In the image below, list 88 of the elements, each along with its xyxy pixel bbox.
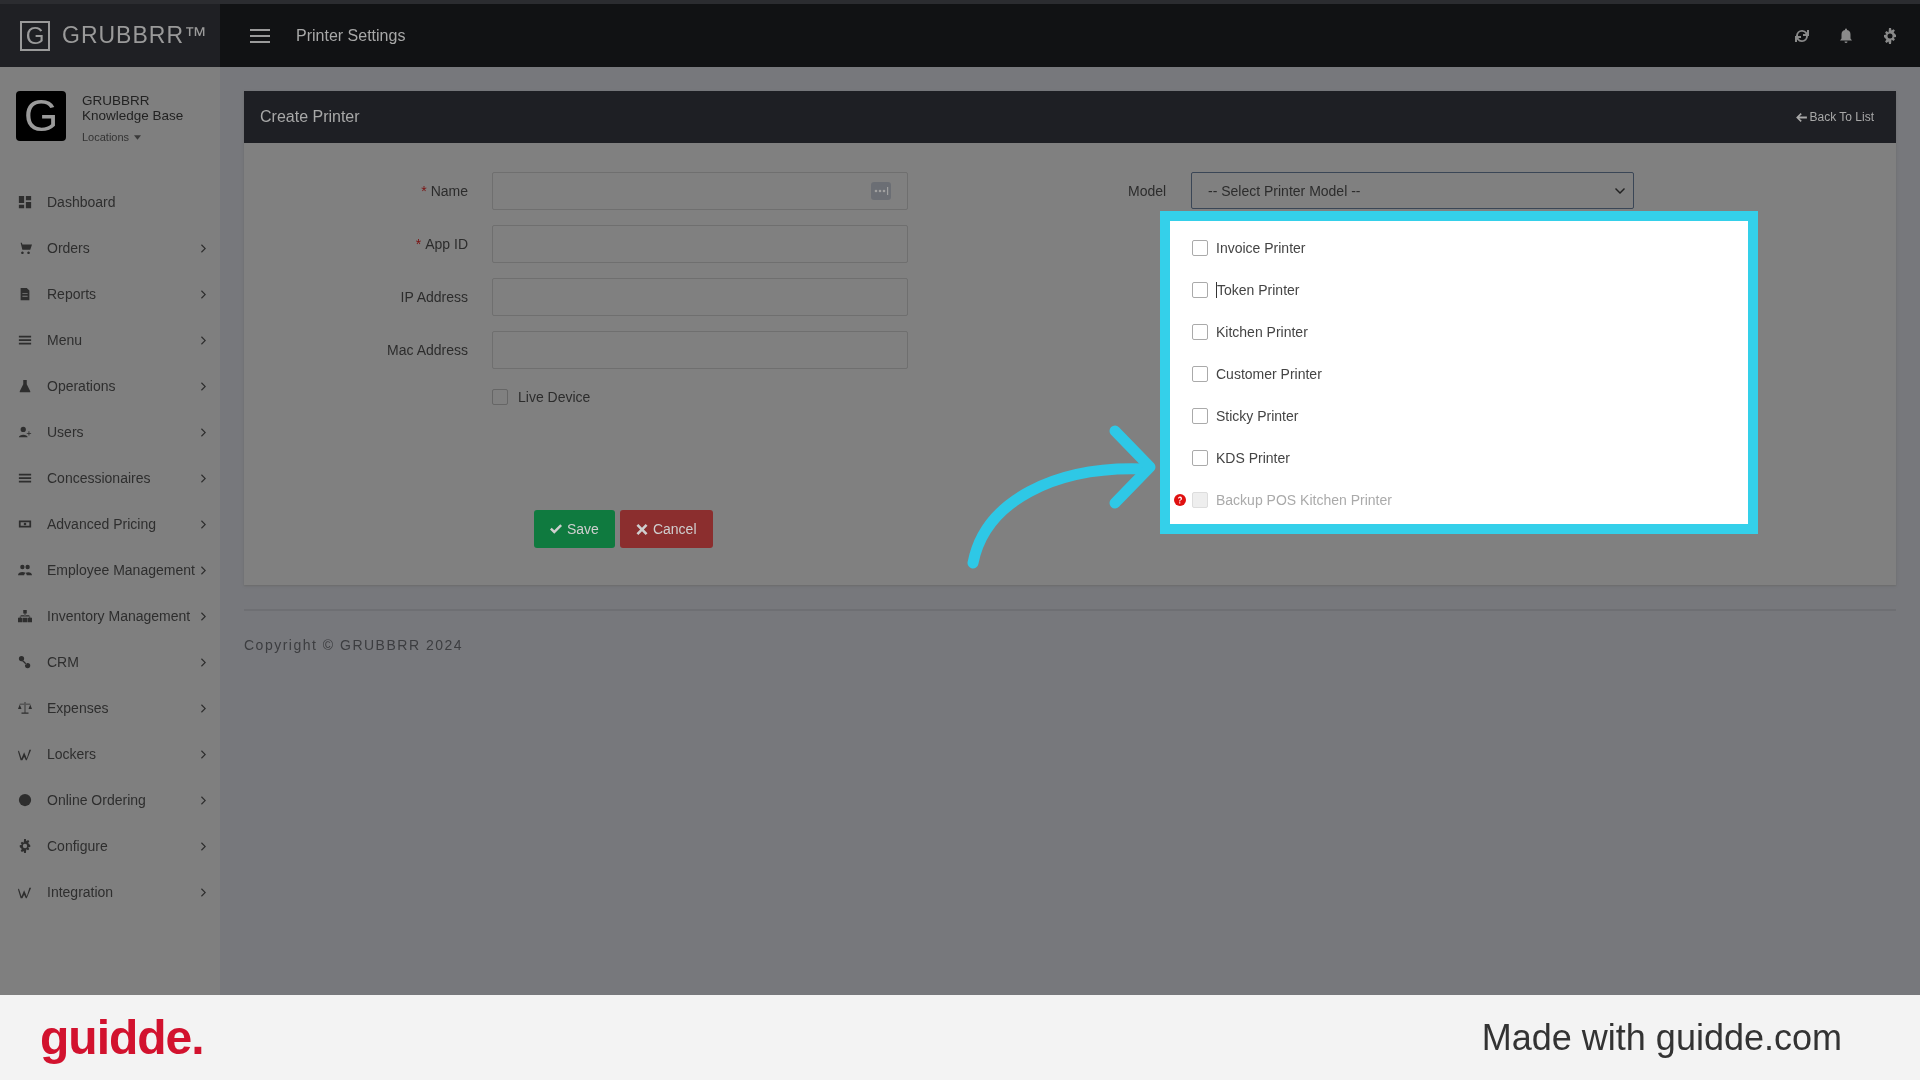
chevron-icon (201, 611, 206, 621)
menu-icon[interactable] (250, 28, 270, 43)
chevron-icon (201, 887, 206, 897)
checkbox[interactable] (1192, 282, 1208, 298)
back-link[interactable]: Back To List (1795, 110, 1874, 124)
checkbox-label: Customer Printer (1216, 366, 1322, 382)
sidebar-item[interactable]: Orders (0, 225, 220, 271)
sidebar-item[interactable]: Inventory Management (0, 593, 220, 639)
account-name: GRUBBRR Knowledge Base (82, 93, 185, 123)
sidebar-item[interactable]: Integration (0, 869, 220, 915)
x-icon (635, 523, 648, 535)
list-icon (18, 333, 32, 347)
field-label: Model (1128, 182, 1168, 199)
arrow-left-icon (1795, 112, 1807, 122)
checkbox-label: KDS Printer (1216, 450, 1290, 466)
dashboard-icon (18, 195, 32, 209)
checkbox[interactable] (492, 389, 508, 405)
account-logo: G (16, 91, 66, 141)
save-button[interactable]: Save (534, 510, 615, 548)
chevron-icon (201, 795, 206, 805)
user-plus-icon (18, 425, 32, 439)
chevron-icon (201, 289, 206, 299)
link-icon (18, 655, 32, 669)
chevron-icon (201, 703, 206, 713)
checkbox-label: Sticky Printer (1216, 408, 1299, 424)
field-label: Mac Address (386, 342, 468, 358)
users-icon (18, 563, 32, 577)
settings-icon[interactable] (1882, 27, 1898, 44)
sidebar-item[interactable]: CRM (0, 639, 220, 685)
chevron-icon (201, 243, 206, 253)
chevron-icon (201, 473, 206, 483)
check-icon (550, 523, 562, 535)
dots-icon[interactable] (871, 182, 891, 200)
sidebar-item[interactable]: Dashboard (0, 179, 220, 225)
field-label: * Name (420, 183, 468, 199)
list-icon (18, 471, 32, 485)
checkbox-label: Token Printer (1217, 282, 1300, 298)
document-icon (18, 287, 32, 301)
cancel-button[interactable]: Cancel (619, 510, 713, 548)
footer-logo: guidde. (40, 1010, 204, 1065)
field-label: * App ID (414, 236, 468, 252)
sidebar-item[interactable]: Configure (0, 823, 220, 869)
sidebar-item[interactable]: Operations (0, 363, 220, 409)
sidebar-item[interactable]: Expenses (0, 685, 220, 731)
checkbox-label: Backup POS Kitchen Printer (1216, 492, 1392, 508)
field-label: IP Address (399, 289, 468, 305)
checkbox[interactable] (1192, 408, 1208, 424)
caret-icon (134, 134, 142, 140)
checkbox-label: Kitchen Printer (1216, 324, 1308, 340)
chevron-icon (201, 657, 206, 667)
chevron-icon (201, 841, 206, 851)
bell-icon[interactable] (1838, 27, 1854, 44)
sidebar-item[interactable]: Menu (0, 317, 220, 363)
checkbox[interactable] (1192, 240, 1208, 256)
model-select[interactable]: -- Select Printer Model -- (1191, 172, 1634, 209)
sidebar-item[interactable]: Concessionaires (0, 455, 220, 501)
checkbox[interactable] (1192, 366, 1208, 382)
checkbox-label: Live Device (518, 389, 591, 405)
sidebar-item[interactable]: Online Ordering (0, 777, 220, 823)
checkbox-label: Invoice Printer (1216, 240, 1306, 256)
chevron-icon (201, 565, 206, 575)
sidebar-item[interactable]: Lockers (0, 731, 220, 777)
logo-text: GRUBBRR™ (62, 22, 208, 49)
locations-dropdown[interactable]: Locations (82, 131, 142, 143)
chevron-icon (201, 335, 206, 345)
input-field[interactable] (492, 172, 908, 210)
sidebar-item[interactable]: Reports (0, 271, 220, 317)
refresh-icon[interactable] (1794, 27, 1810, 44)
scale-icon (18, 701, 32, 715)
footer-tagline: Made with guidde.com (1481, 1016, 1842, 1059)
chevron-icon (201, 381, 206, 391)
gear-icon (18, 839, 32, 853)
sidebar-item[interactable]: Advanced Pricing (0, 501, 220, 547)
checkbox[interactable] (1192, 450, 1208, 466)
copyright-text: Copyright © GRUBBRR 2024 (244, 637, 465, 653)
chevron-down-icon (1615, 187, 1625, 194)
logo-mark: G (20, 20, 50, 51)
checkbox[interactable] (1192, 324, 1208, 340)
sidebar-item[interactable]: Employee Management (0, 547, 220, 593)
sidebar-item[interactable]: Users (0, 409, 220, 455)
chevron-icon (201, 749, 206, 759)
page-title: Printer Settings (296, 26, 406, 45)
flask-icon (18, 379, 32, 393)
chevron-icon (201, 427, 206, 437)
panel-title: Create Printer (260, 108, 360, 126)
cart-icon (18, 241, 32, 255)
sitemap-icon (18, 609, 32, 623)
chevron-icon (201, 519, 206, 529)
